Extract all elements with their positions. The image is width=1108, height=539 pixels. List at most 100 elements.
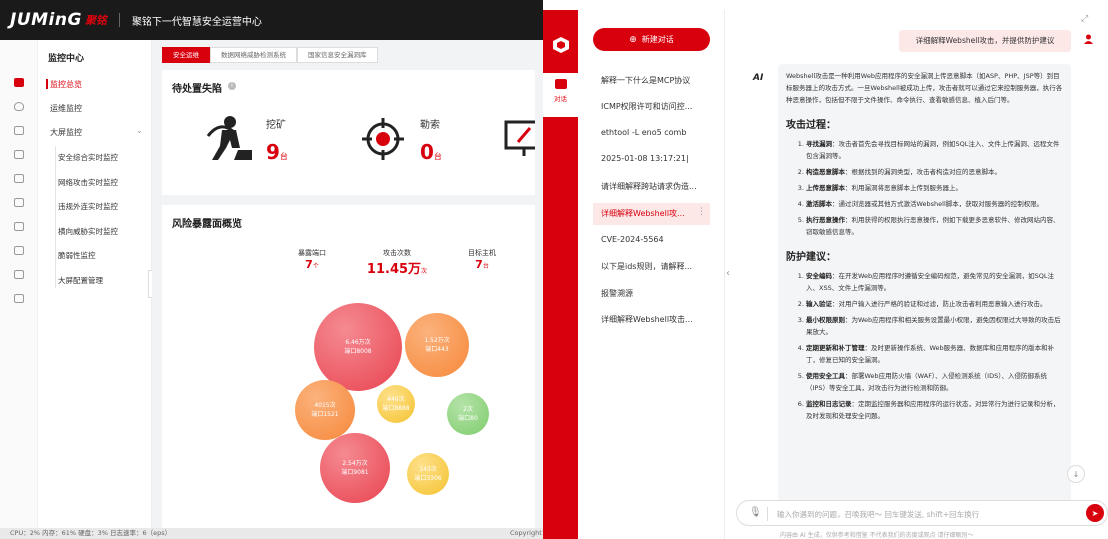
list-item: 最小权限原则：为Web应用程序和相关服务设置最小权限，避免因权限过大导致的攻击后… [806, 314, 1063, 338]
icon-rail [0, 40, 38, 528]
list-item: 激活脚本：通过浏览器或其他方式激活Webshell脚本，获取对服务器的控制权限。 [806, 198, 1063, 210]
copyright: Copyright [510, 529, 542, 537]
sidebar-subitem[interactable]: 大屏配置管理 [58, 275, 103, 286]
bubble-port[interactable]: 2.54万次 端口9081 [320, 433, 390, 503]
conversation-item[interactable]: 报警溯源 [601, 288, 711, 299]
divider [55, 146, 56, 288]
tab-chat[interactable]: 对话 [543, 73, 578, 117]
stat-ports: 暴露端口 7个 [298, 249, 326, 271]
section-title: 攻击过程： [786, 120, 836, 131]
bubble-port[interactable]: 2次 端口80 [447, 393, 489, 435]
ai-logo-icon [553, 37, 569, 53]
sidebar-subitem[interactable]: 违规外连实时监控 [58, 201, 118, 212]
user-message: 详细解释Webshell攻击，并提供防护建议 [899, 30, 1071, 52]
system-stats: CPU：2% 内存：61% 硬盘：3% 日志速率：6（eps） [10, 529, 172, 537]
logo: JUMinG [10, 10, 82, 30]
tab-vuln[interactable]: 国家信息安全漏洞库 [297, 47, 378, 63]
tab-ops[interactable]: 安全运维 [162, 47, 210, 63]
list-item: 使用安全工具：部署Web应用防火墙（WAF）、入侵检测系统（IDS）、入侵防御系… [806, 370, 1063, 394]
sidebar-subitem[interactable]: 网络攻击实时监控 [58, 177, 118, 188]
more-icon[interactable]: ⋮ [697, 207, 706, 217]
stat-hosts: 目标主机 7台 [468, 249, 496, 271]
status-bar: CPU：2% 内存：61% 硬盘：3% 日志速率：6（eps） Copyrigh… [0, 528, 543, 539]
input-placeholder: 输入你遇到的问题，召唤我吧～ 回车键发送, shift+回车换行 [777, 510, 980, 519]
list-item: 寻找漏洞：攻击者首先会寻找目标网站的漏洞，例如SQL注入、文件上传漏洞、远程文件… [806, 138, 1063, 162]
response-intro: Webshell攻击是一种利用Web应用程序的安全漏洞上传恶意脚本（如ASP、P… [786, 72, 1063, 104]
conversation-item[interactable]: ethtool -L eno5 comb [601, 128, 711, 137]
conversation-item[interactable]: 2025-01-08 13:17:21| [601, 154, 711, 163]
attack-steps-list: 寻找漏洞：攻击者首先会寻找目标网站的漏洞，例如SQL注入、文件上传漏洞、远程文件… [798, 138, 1063, 238]
list-icon[interactable] [14, 150, 24, 159]
new-chat-button[interactable]: ⊕ 新建对话 [593, 28, 710, 51]
divider [118, 13, 120, 27]
section-title: 防护建议： [786, 252, 836, 263]
microphone-icon[interactable]: 🎙 [749, 507, 762, 518]
main-content: 安全运维 数据网络威胁检测系统 国家信息安全漏洞库 待处置失陷 i 挖矿 9台 … [152, 40, 543, 528]
divider [767, 507, 768, 521]
conversation-item[interactable]: 以下是ids规则，请解释... [601, 261, 711, 272]
tab-bar: 安全运维 数据网络威胁检测系统 国家信息安全漏洞库 [162, 47, 378, 63]
monitor-icon [504, 120, 535, 156]
ransom-value: 0台 [420, 140, 442, 164]
chart-icon[interactable] [14, 126, 24, 135]
list-item: 定期更新和补丁管理：及时更新操作系统、Web服务器、数据库和应用程序的版本和补丁… [806, 342, 1063, 366]
list-item: 监控和日志记录：定期监控服务器和应用程序的运行状态，对异常行为进行记录和分析，及… [806, 398, 1063, 422]
ai-sidebar-strip: 对话 [543, 10, 578, 539]
ai-response: Webshell攻击是一种利用Web应用程序的安全漏洞上传恶意脚本（如ASP、P… [778, 64, 1071, 502]
sidebar-subitem[interactable]: 横向威胁实时监控 [58, 226, 118, 237]
pending-card: 待处置失陷 i 挖矿 9台 勒索 0台 [162, 70, 535, 195]
mining-label: 挖矿 [266, 120, 286, 131]
risk-card: 风险暴露面概览 暴露端口 7个 攻击次数 11.45万次 目标主机 7台 6.4… [162, 205, 535, 528]
grid-icon[interactable] [14, 246, 24, 255]
tools-icon[interactable] [14, 270, 24, 279]
bubble-port[interactable]: 4015次 端口1521 [295, 380, 355, 440]
list-item: 构造恶意脚本：根据找到的漏洞类型，攻击者构造对应的恶意脚本。 [806, 166, 1063, 178]
conversation-item[interactable]: 详细解释Webshell攻击... [601, 314, 711, 325]
database-icon[interactable] [14, 198, 24, 207]
logo-cn: 聚铭 [84, 14, 107, 27]
chat-input[interactable]: 🎙 输入你遇到的问题，召唤我吧～ 回车键发送, shift+回车换行 ➤ [736, 500, 1108, 526]
list-item: 安全编码：在开发Web应用程序时遵循安全编码规范，避免常见的安全漏洞，如SQL注… [806, 270, 1063, 294]
monitor-icon[interactable] [14, 78, 24, 87]
sidebar-subitem[interactable]: 脆弱性监控 [58, 250, 96, 261]
sidebar-item-screen[interactable]: 大屏监控 [50, 127, 82, 138]
user-avatar-icon [1084, 34, 1093, 44]
tab-threat[interactable]: 数据网络威胁检测系统 [210, 47, 297, 63]
sidebar-subitem[interactable]: 安全综合实时监控 [58, 152, 118, 163]
ransomware-icon [362, 118, 404, 160]
bubble-port[interactable]: 449次 端口8888 [377, 385, 415, 423]
stat-attacks: 攻击次数 11.45万次 [366, 249, 428, 277]
expand-icon[interactable]: ⤢ [1081, 14, 1088, 24]
risk-title: 风险暴露面概览 [172, 219, 242, 230]
plus-circle-icon: ⊕ [629, 34, 637, 45]
chat-icon [554, 79, 567, 89]
bubble-port[interactable]: 1.52万次 端口443 [405, 313, 469, 377]
conversation-item[interactable]: 解释一下什么是MCP协议 [601, 75, 711, 86]
conversation-item[interactable]: ICMP权限许可和访问控... [601, 101, 711, 112]
conversation-item[interactable]: 详细解释Webshell攻... [601, 208, 696, 219]
conversation-item[interactable]: 请详细解释跨站请求伪造... [601, 181, 711, 192]
sidebar-title: 监控中心 [48, 54, 85, 64]
shield-icon[interactable] [14, 102, 24, 111]
mining-icon [206, 116, 252, 160]
info-icon[interactable]: i [228, 82, 236, 90]
ransom-label: 勒索 [420, 120, 440, 131]
conversation-list: ⊕ 新建对话 解释一下什么是MCP协议 ICMP权限许可和访问控... etht… [578, 10, 725, 539]
settings-icon[interactable] [14, 294, 24, 303]
sidebar-item-overview[interactable]: 监控总览 [46, 79, 82, 90]
list-item: 执行恶意操作：利用获得的权限执行恶意操作，例如下载更多恶意软件、修改网站内容、窃… [806, 214, 1063, 238]
app-title: 聚铭下一代智慧安全运营中心 [131, 16, 262, 28]
send-button[interactable]: ➤ [1086, 504, 1104, 522]
conversation-item[interactable]: CVE-2024-5564 [601, 235, 711, 244]
mining-value: 9台 [266, 140, 288, 164]
document-icon[interactable] [14, 174, 24, 183]
defense-list: 安全编码：在开发Web应用程序时遵循安全编码规范，避免常见的安全漏洞，如SQL注… [798, 270, 1063, 422]
bubble-port[interactable]: 6.46万次 端口8008 [314, 303, 402, 391]
bubble-port[interactable]: 143次 端口3306 [407, 453, 449, 495]
scroll-down-button[interactable]: ↓ [1067, 465, 1085, 483]
pending-title: 待处置失陷 [172, 84, 222, 95]
chevron-down-icon[interactable]: ⌄ [136, 126, 143, 135]
report-icon[interactable] [14, 222, 24, 231]
collapse-list-icon[interactable]: ‹ [726, 268, 730, 279]
sidebar-item-ops[interactable]: 运维监控 [50, 103, 82, 114]
